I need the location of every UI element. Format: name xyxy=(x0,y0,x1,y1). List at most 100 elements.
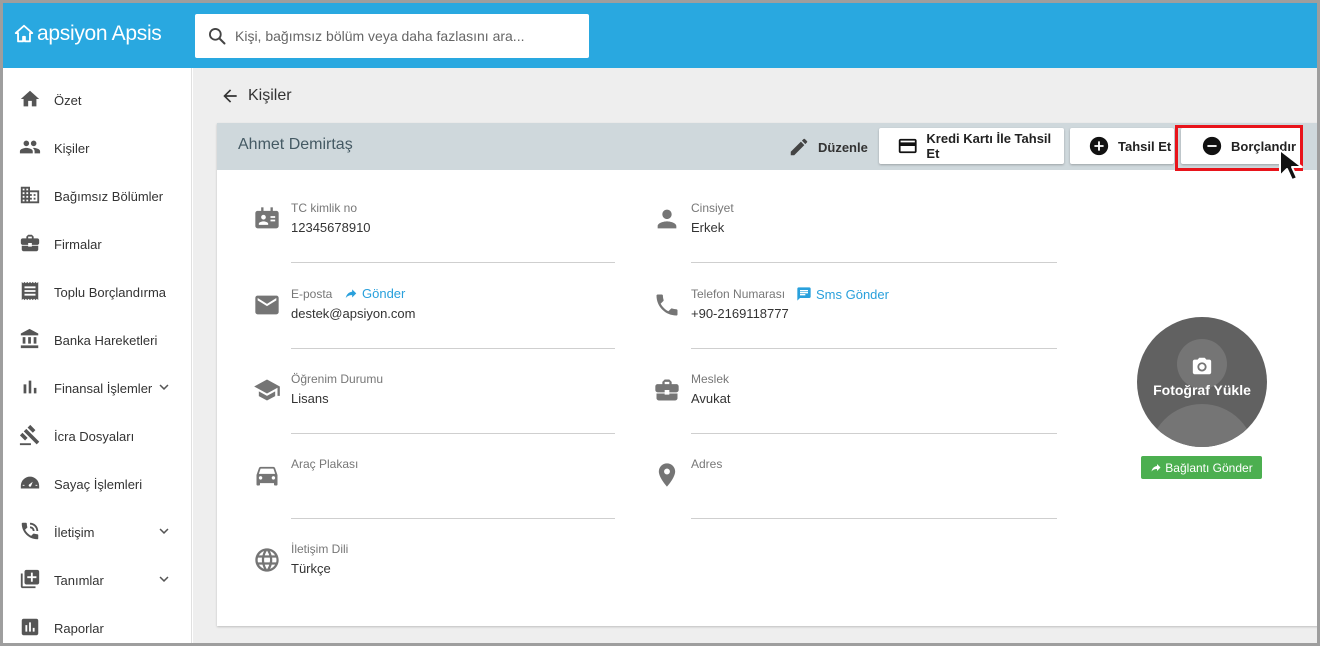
edit-button[interactable]: Düzenle xyxy=(788,136,868,158)
sidebar-item-label: Tanımlar xyxy=(54,572,104,588)
edit-button-label: Düzenle xyxy=(818,139,868,155)
people-icon xyxy=(19,140,41,154)
app-window: apsiyon Apsis Kişi, bağımsız bölüm veya … xyxy=(0,0,1320,646)
building-icon xyxy=(20,186,40,204)
person-card: Ahmet Demirtaş Düzenle Kredi Kartı İle T… xyxy=(217,123,1317,626)
bank-icon xyxy=(20,328,39,349)
car-icon xyxy=(256,466,278,486)
field-value: destek@apsiyon.com xyxy=(291,306,416,321)
sidebar-item-label: Finansal İşlemler xyxy=(54,380,153,396)
search-input[interactable]: Kişi, bağımsız bölüm veya daha fazlasını… xyxy=(235,28,524,44)
meter-icon xyxy=(20,476,40,489)
add-circle-icon xyxy=(1089,136,1109,156)
home-icon xyxy=(20,90,40,107)
field-job: Meslek Avukat xyxy=(655,372,1057,442)
send-email-label: Gönder xyxy=(362,286,406,301)
share-arrow-icon xyxy=(1151,463,1161,471)
back-link[interactable]: Kişiler xyxy=(220,86,292,106)
globe-icon xyxy=(255,548,279,572)
sidebar-item-icra-dosyalari[interactable]: İcra Dosyaları xyxy=(3,412,192,460)
field-language: İletişim Dili Türkçe xyxy=(255,542,651,612)
phone-icon xyxy=(21,522,39,540)
sidebar-item-bagimsiz-bolumler[interactable]: Bağımsız Bölümler xyxy=(3,172,192,220)
field-divider xyxy=(291,348,615,349)
field-address: Adres xyxy=(658,457,1057,527)
sidebar-item-label: Özet xyxy=(54,92,82,108)
sidebar-item-label: Kişiler xyxy=(54,140,90,156)
person-name: Ahmet Demirtaş xyxy=(238,136,353,153)
search-box[interactable]: Kişi, bağımsız bölüm veya daha fazlasını… xyxy=(195,14,589,58)
sidebar-item-kisiler[interactable]: Kişiler xyxy=(3,124,192,172)
field-tc: TC kimlik no 12345678910 xyxy=(255,201,651,271)
sidebar-item-label: Bağımsız Bölümler xyxy=(54,188,164,204)
sidebar-item-tanimlar[interactable]: Tanımlar xyxy=(3,556,192,604)
field-value: +90-2169118777 xyxy=(691,306,789,321)
chevron-down-icon[interactable] xyxy=(155,522,173,540)
back-link-label: Kişiler xyxy=(248,87,292,104)
id-card-icon xyxy=(255,207,279,229)
field-label: Öğrenim Durumu xyxy=(291,372,384,386)
field-divider xyxy=(691,262,1057,263)
pencil-icon xyxy=(790,138,808,156)
chevron-down-icon[interactable] xyxy=(155,570,173,588)
phone-icon xyxy=(656,294,678,316)
search-icon xyxy=(209,28,226,45)
graduation-cap-icon xyxy=(254,379,280,401)
field-gender: Cinsiyet Erkek xyxy=(657,201,1057,271)
field-value: 12345678910 xyxy=(291,220,371,235)
person-card-header: Ahmet Demirtaş Düzenle Kredi Kartı İle T… xyxy=(217,123,1317,171)
person-icon xyxy=(657,209,677,229)
sidebar-item-raporlar[interactable]: Raporlar xyxy=(3,604,192,643)
field-plate: Araç Plakası xyxy=(256,457,651,527)
field-value: Erkek xyxy=(691,220,725,235)
briefcase-icon xyxy=(655,379,679,401)
bar-chart-icon xyxy=(23,380,37,394)
camera-icon xyxy=(1192,357,1212,375)
receipt-icon xyxy=(21,281,39,301)
photo-upload-label: Fotoğraf Yükle xyxy=(1153,382,1251,398)
top-bar: apsiyon Apsis Kişi, bağımsız bölüm veya … xyxy=(3,3,1317,68)
collect-button[interactable]: Tahsil Et xyxy=(1070,128,1174,164)
sidebar-item-firmalar[interactable]: Firmalar xyxy=(3,220,192,268)
field-label: Araç Plakası xyxy=(291,457,359,471)
field-label: Cinsiyet xyxy=(691,201,734,215)
chevron-down-icon[interactable] xyxy=(155,378,173,396)
field-divider xyxy=(291,433,615,434)
sidebar-item-toplu-borclandirma[interactable]: Toplu Borçlandırma xyxy=(3,268,192,316)
sidebar-item-label: Sayaç İşlemleri xyxy=(54,476,143,492)
sidebar-item-banka-hareketleri[interactable]: Banka Hareketleri xyxy=(3,316,192,364)
field-label: E-posta xyxy=(291,287,333,301)
field-label: Adres xyxy=(691,457,723,471)
sidebar-item-label: Firmalar xyxy=(54,236,102,252)
send-link-label: Bağlantı Gönder xyxy=(1165,460,1253,475)
sidebar-item-sayac-islemleri[interactable]: Sayaç İşlemleri xyxy=(3,460,192,508)
field-label: İletişim Dili xyxy=(291,542,349,556)
gavel-icon xyxy=(19,424,40,446)
avatar-body-shape xyxy=(1149,404,1255,447)
sidebar-item-iletisim[interactable]: İletişim xyxy=(3,508,192,556)
sidebar-item-label: Banka Hareketleri xyxy=(54,332,158,348)
field-divider xyxy=(691,518,1057,519)
credit-card-collect-button[interactable]: Kredi Kartı İle Tahsil Et xyxy=(879,128,1064,164)
credit-card-icon xyxy=(898,138,917,154)
home-outline-icon xyxy=(14,24,34,43)
send-email-link[interactable]: Gönder xyxy=(344,286,405,301)
send-link-button[interactable]: Bağlantı Gönder xyxy=(1141,456,1262,479)
sidebar-item-ozet[interactable]: Özet xyxy=(3,76,192,124)
app-logo-text: apsiyon Apsis xyxy=(37,22,162,45)
send-sms-link[interactable]: Sms Gönder xyxy=(796,286,889,302)
field-divider xyxy=(691,433,1057,434)
arrow-left-icon xyxy=(223,89,237,103)
share-arrow-icon xyxy=(345,288,357,298)
photo-upload[interactable]: Fotoğraf Yükle xyxy=(1137,317,1267,447)
report-icon xyxy=(21,618,39,636)
field-label: TC kimlik no xyxy=(291,201,358,215)
send-sms-label: Sms Gönder xyxy=(816,286,889,302)
app-logo[interactable]: apsiyon Apsis xyxy=(13,22,162,46)
main-content: Kişiler Ahmet Demirtaş Düzenle Kredi Kar… xyxy=(193,68,1317,643)
sidebar-item-finansal-islemler[interactable]: Finansal İşlemler xyxy=(3,364,192,412)
briefcase-icon xyxy=(20,234,40,252)
field-phone: Telefon Numarası Sms Gönder +90-21691187… xyxy=(656,286,1057,357)
credit-card-collect-label: Kredi Kartı İle Tahsil Et xyxy=(926,131,1052,161)
field-email: E-posta Gönder destek@apsiyon.com xyxy=(255,286,651,357)
